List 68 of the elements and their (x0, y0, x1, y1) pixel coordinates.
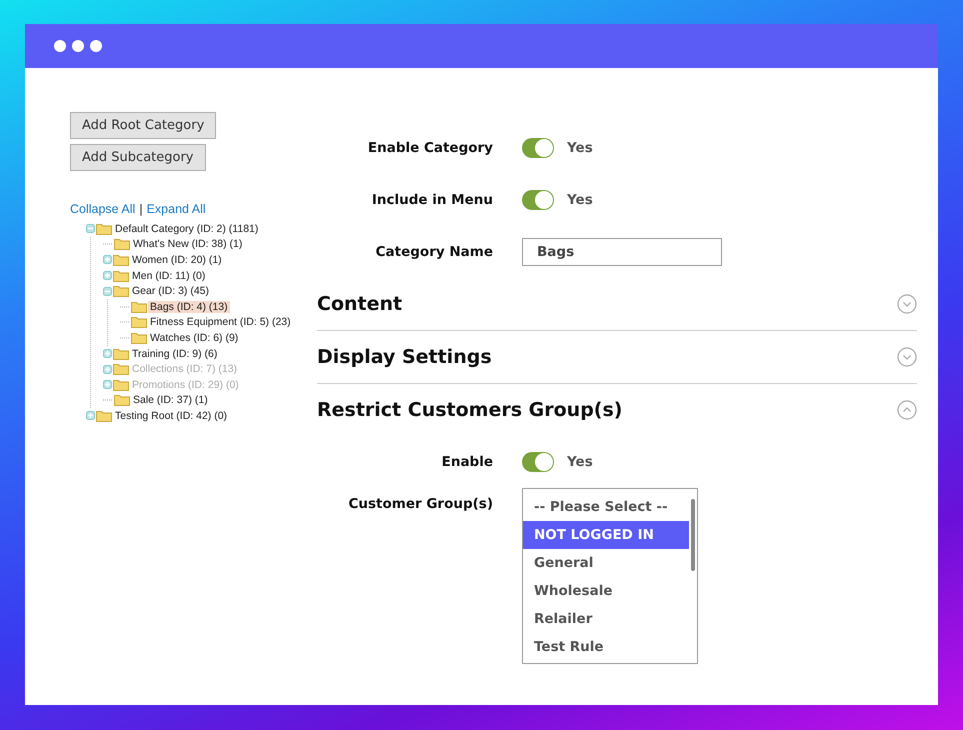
folder-icon (131, 332, 147, 344)
folder-icon (113, 348, 129, 360)
list-option[interactable]: -- Please Select -- (523, 493, 689, 521)
section-title[interactable]: Content (317, 293, 402, 315)
folder-icon (113, 270, 129, 282)
folder-icon (131, 300, 147, 313)
expand-icon[interactable] (86, 411, 95, 420)
folder-icon (113, 378, 129, 391)
list-option[interactable]: General (523, 549, 689, 577)
customer-group-list[interactable]: -- Please Select -- NOT LOGGED IN General Wholesale Relailer Test Rule (522, 488, 698, 664)
folder-icon (113, 363, 129, 376)
tree-item[interactable]: Women (ID: 20) (1) (130, 254, 224, 266)
section-title[interactable]: Restrict Customers Group(s) (317, 399, 622, 421)
link-separator: | (139, 202, 143, 216)
field-label: Enable (440, 454, 493, 470)
field-label: Category Name (374, 244, 493, 260)
folder-icon (113, 254, 129, 266)
tree-item[interactable]: Bags (ID: 4) (13) (148, 300, 230, 313)
tree-item[interactable]: Testing Root (ID: 42) (0) (113, 410, 230, 422)
toggle-switch[interactable] (522, 452, 554, 472)
tree-item[interactable]: Default Category (ID: 2) (1181) (113, 222, 260, 235)
tree-item[interactable]: Training (ID: 9) (6) (130, 348, 220, 360)
folder-icon (96, 222, 112, 235)
tree-item[interactable]: Gear (ID: 3) (45) (130, 285, 212, 298)
list-option[interactable]: NOT LOGGED IN (523, 521, 689, 549)
toggle-value: Yes (567, 454, 593, 470)
toggle-switch[interactable] (522, 138, 554, 158)
field-label: Customer Group(s) (347, 496, 493, 512)
expand-icon[interactable] (897, 347, 917, 367)
tree-item[interactable]: Men (ID: 11) (0) (130, 270, 208, 282)
collapse-all-link[interactable]: Collapse All (70, 202, 136, 216)
window-dot (72, 40, 84, 52)
expand-icon[interactable] (103, 255, 112, 264)
tree-item[interactable]: What's New (ID: 38) (1) (131, 238, 244, 250)
window-dot (54, 40, 66, 52)
collapse-icon[interactable] (103, 286, 112, 296)
folder-icon (114, 238, 130, 250)
tree-connector (103, 399, 113, 402)
tree-connector (120, 336, 130, 339)
tree-connector (120, 306, 130, 308)
folder-icon (96, 410, 112, 422)
tree-item[interactable]: Watches (ID: 6) (9) (148, 332, 240, 344)
category-name-field[interactable]: Bags (522, 238, 722, 266)
window-dot (90, 40, 102, 52)
tree-connector (103, 243, 113, 246)
toggle-switch[interactable] (522, 190, 554, 210)
add-category-button[interactable]: Add Subcategory (70, 144, 206, 171)
field-label: Enable Category (366, 140, 493, 156)
expand-icon[interactable] (897, 294, 917, 314)
folder-icon (131, 316, 147, 328)
expand-icon[interactable] (103, 349, 112, 358)
folder-icon (114, 394, 130, 406)
collapse-icon[interactable] (897, 400, 917, 420)
field-label: Include in Menu (370, 192, 493, 208)
list-option[interactable]: Test Rule (523, 633, 689, 661)
section-title[interactable]: Display Settings (317, 346, 492, 368)
list-option[interactable]: Wholesale (523, 577, 689, 605)
toggle-value: Yes (567, 140, 593, 156)
list-option[interactable]: Relailer (523, 605, 689, 633)
folder-icon (113, 285, 129, 298)
tree-connector (120, 321, 130, 324)
tree-item[interactable]: Fitness Equipment (ID: 5) (23) (148, 316, 293, 328)
add-category-button[interactable]: Add Root Category (70, 112, 216, 139)
expand-all-link[interactable]: Expand All (146, 202, 206, 216)
toggle-value: Yes (567, 192, 593, 208)
tree-item[interactable]: Sale (ID: 37) (1) (131, 394, 210, 406)
collapse-icon[interactable] (86, 224, 95, 234)
expand-icon[interactable] (103, 271, 112, 280)
